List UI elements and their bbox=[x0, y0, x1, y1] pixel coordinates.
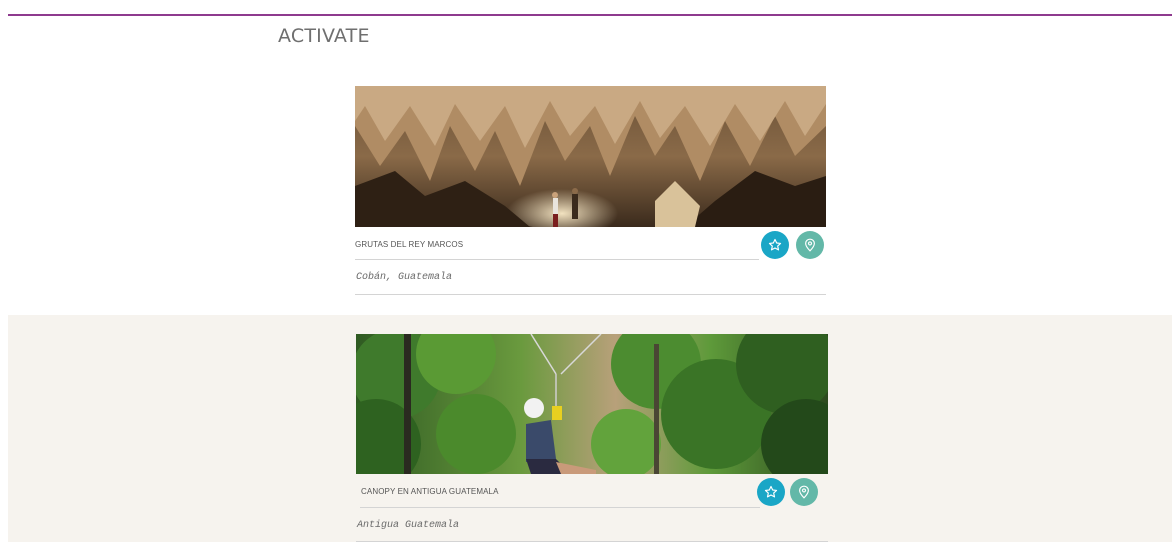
map-pin-icon bbox=[799, 485, 809, 499]
title-divider bbox=[355, 259, 759, 260]
map-pin-icon bbox=[805, 238, 815, 252]
zipline-jungle-photo bbox=[356, 334, 828, 474]
star-icon bbox=[764, 485, 778, 498]
activity-image-zipline[interactable] bbox=[356, 334, 828, 474]
section-title: ACTIVATE bbox=[278, 25, 370, 47]
activity-title[interactable]: GRUTAS DEL REY MARCOS bbox=[355, 240, 463, 249]
favorite-button[interactable] bbox=[761, 231, 789, 259]
map-location-button[interactable] bbox=[790, 478, 818, 506]
header-divider bbox=[8, 14, 1172, 16]
title-divider bbox=[360, 507, 760, 508]
favorite-button[interactable] bbox=[757, 478, 785, 506]
cave-photo bbox=[355, 86, 826, 227]
location-divider bbox=[355, 294, 826, 295]
star-icon bbox=[768, 238, 782, 251]
map-location-button[interactable] bbox=[796, 231, 824, 259]
activity-title[interactable]: CANOPY EN ANTIGUA GUATEMALA bbox=[361, 487, 499, 496]
activity-location: Antigua Guatemala bbox=[357, 520, 460, 531]
activity-image-cave[interactable] bbox=[355, 86, 826, 227]
activity-location: Cobán, Guatemala bbox=[356, 272, 453, 283]
